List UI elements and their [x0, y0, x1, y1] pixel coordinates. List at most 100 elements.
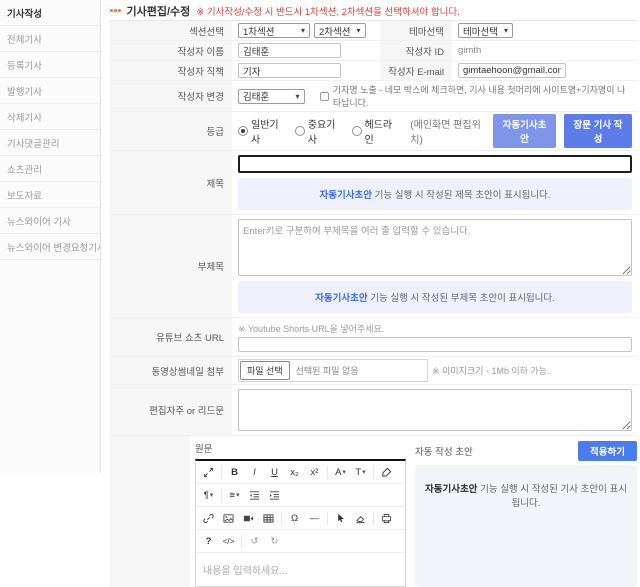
- italic-icon[interactable]: I: [245, 463, 264, 481]
- editor-note-label: 편집자주 or 리드문: [110, 385, 232, 435]
- body-editor-label-cell: [110, 436, 190, 587]
- file-select-button[interactable]: 파일 선택: [240, 361, 290, 380]
- primary-section-select[interactable]: 1차섹션▾: [238, 23, 310, 38]
- sidebar-item-comment-management[interactable]: 기사댓글관리: [0, 130, 100, 156]
- editor-note-textarea[interactable]: [238, 389, 632, 431]
- row-title: 제목 자동기사초안 기능 실행 시 작성된 제목 초안이 표시됩니다.: [110, 151, 638, 215]
- long-article-button[interactable]: 장문 기사 작성: [564, 114, 632, 148]
- thumbnail-label: 동영상썸네일 첨부: [110, 357, 232, 384]
- chevron-down-icon: ▾: [357, 26, 361, 35]
- row-subtitle: 부제목 자동기사초안 기능 실행 시 작성된 부제목 초안이 표시됩니다.: [110, 215, 638, 318]
- radio-icon[interactable]: [352, 126, 362, 136]
- paragraph-style-icon[interactable]: ¶▾: [199, 486, 218, 504]
- thumbnail-file-input[interactable]: 파일 선택 선택된 파일 없음: [238, 359, 428, 382]
- no-file-text: 선택된 파일 없음: [296, 364, 359, 377]
- title-input[interactable]: [238, 155, 632, 173]
- editor-content-area[interactable]: 내용을 입력하세요...: [196, 553, 405, 586]
- title-draft-notice: 자동기사초안 기능 실행 시 작성된 제목 초안이 표시됩니다.: [238, 178, 632, 210]
- toolbar-row-4: ? </> ↺ ↻: [196, 530, 405, 553]
- apply-button[interactable]: 적용하기: [578, 441, 637, 461]
- auto-draft-label: 자동 작성 초안: [415, 444, 473, 458]
- author-id-value: gimth: [458, 45, 481, 56]
- author-email-input[interactable]: [458, 63, 566, 78]
- page-header: 기사편집/수정 ※ 기사작성/수정 시 반드시 1차섹션, 2차섹션을 선택하셔…: [110, 0, 638, 20]
- author-email-label: 작성자 E-mail: [380, 61, 452, 80]
- undo-icon[interactable]: ↺: [245, 532, 264, 550]
- row-section-theme: 섹션선택 1차섹션▾ 2차섹션▾ 테마선택 테마선택▾: [110, 21, 638, 41]
- page-title: 기사편집/수정: [127, 3, 191, 19]
- reporter-name-exposure-checkbox[interactable]: [320, 92, 329, 101]
- special-char-icon[interactable]: Ω: [285, 509, 304, 527]
- section-marker-icon: [110, 9, 121, 12]
- table-icon[interactable]: [259, 509, 278, 527]
- sidebar-item-press-release[interactable]: 보도자료: [0, 182, 100, 208]
- grade-option-headline[interactable]: 헤드라인: [352, 116, 397, 146]
- bold-icon[interactable]: B: [225, 463, 244, 481]
- outdent-icon[interactable]: [245, 486, 264, 504]
- font-color-icon[interactable]: A▾: [331, 463, 350, 481]
- author-name-input[interactable]: [238, 43, 341, 58]
- author-jobtitle-label: 작성자 직책: [110, 61, 232, 80]
- row-body-editor: 원문 B I U x₂ x²: [110, 436, 638, 587]
- theme-select[interactable]: 테마선택▾: [458, 23, 513, 38]
- sidebar-item-published-articles[interactable]: 발행기사: [0, 78, 100, 104]
- chevron-down-icon: ▾: [504, 26, 508, 35]
- secondary-section-select[interactable]: 2차섹션▾: [314, 23, 366, 38]
- align-icon[interactable]: ≡▾: [225, 486, 244, 504]
- cursor-icon[interactable]: [331, 509, 350, 527]
- sidebar-item-deleted-articles[interactable]: 삭제기사: [0, 104, 100, 130]
- auto-draft-box: 자동기사초안 기능 실행 시 작성된 기사 초안이 표시됩니다.: [415, 465, 637, 587]
- superscript-icon[interactable]: x²: [305, 463, 324, 481]
- pen-icon[interactable]: [377, 463, 396, 481]
- chevron-down-icon: ▾: [301, 26, 305, 35]
- eraser-icon[interactable]: [351, 509, 370, 527]
- author-jobtitle-input[interactable]: [238, 63, 341, 78]
- fullscreen-icon[interactable]: [199, 463, 218, 481]
- auto-draft-column: 자동 작성 초안 적용하기 자동기사초안 기능 실행 시 작성된 기사 초안이 …: [415, 441, 637, 587]
- wysiwyg-editor: B I U x₂ x² A▾ T▾: [195, 459, 406, 587]
- radio-icon[interactable]: [238, 126, 248, 136]
- row-grade: 등급 일반기사 중요기사 헤드라인 (메인화면 편집위치) 자동기사초안 장문 …: [110, 112, 638, 151]
- sidebar: 기사작성 전체기사 등록기사 발행기사 삭제기사 기사댓글관리 쇼츠관리 보도자…: [0, 0, 101, 473]
- row-thumbnail: 동영상썸네일 첨부 파일 선택 선택된 파일 없음 ※ 이미지크기 - 1Mb …: [110, 357, 638, 385]
- reporter-name-exposure-note: 기자명 노출 - 네모 박스에 체크하면, 기사 내용 첫머리에 사이트명+기자…: [333, 83, 632, 109]
- auto-draft-button[interactable]: 자동기사초안: [493, 114, 556, 148]
- font-size-icon[interactable]: T▾: [351, 463, 370, 481]
- toolbar-row-2: ¶▾ ≡▾: [196, 484, 405, 507]
- print-icon[interactable]: [377, 509, 396, 527]
- toolbar-row-3: Ω —: [196, 507, 405, 530]
- row-editor-note: 편집자주 or 리드문: [110, 385, 638, 436]
- subscript-icon[interactable]: x₂: [285, 463, 304, 481]
- required-section-notice: ※ 기사작성/수정 시 반드시 1차섹션, 2차섹션을 선택하셔야 합니다.: [196, 4, 459, 18]
- author-change-select[interactable]: 김태훈▾: [238, 89, 305, 104]
- sidebar-item-all-articles[interactable]: 전체기사: [0, 26, 100, 52]
- sidebar-item-write[interactable]: 기사작성: [0, 0, 100, 26]
- indent-icon[interactable]: [265, 486, 284, 504]
- sidebar-item-registered-articles[interactable]: 등록기사: [0, 52, 100, 78]
- radio-icon[interactable]: [295, 126, 305, 136]
- author-name-label: 작성자 이름: [110, 41, 232, 60]
- subtitle-textarea[interactable]: [238, 219, 632, 276]
- youtube-url-input[interactable]: [238, 337, 632, 352]
- youtube-url-note: ※ Youtube Shorts URL을 넣어주세요.: [238, 322, 632, 335]
- sidebar-item-newswire-articles[interactable]: 뉴스와이어 기사: [0, 208, 100, 234]
- sidebar-item-newswire-change-request[interactable]: 뉴스와이어 변경요청기사: [0, 234, 100, 260]
- grade-option-important[interactable]: 중요기사: [295, 116, 340, 146]
- image-icon[interactable]: [219, 509, 238, 527]
- article-form: 섹션선택 1차섹션▾ 2차섹션▾ 테마선택 테마선택▾ 작성자 이름: [110, 20, 638, 587]
- underline-icon[interactable]: U: [265, 463, 284, 481]
- video-icon[interactable]: [239, 509, 258, 527]
- article-edit-panel: 기사편집/수정 ※ 기사작성/수정 시 반드시 1차섹션, 2차섹션을 선택하셔…: [110, 0, 638, 473]
- code-view-icon[interactable]: </>: [219, 532, 238, 550]
- help-icon[interactable]: ?: [199, 532, 218, 550]
- grade-position-note: (메인화면 편집위치): [410, 116, 485, 146]
- horizontal-rule-icon[interactable]: —: [305, 509, 324, 527]
- thumbnail-size-note: ※ 이미지크기 - 1Mb 이하 가능.: [432, 364, 550, 377]
- original-label: 원문: [195, 441, 406, 455]
- grade-option-normal[interactable]: 일반기사: [238, 116, 283, 146]
- subtitle-draft-notice: 자동기사초안 기능 실행 시 작성된 부제목 초안이 표시됩니다.: [238, 281, 632, 313]
- redo-icon[interactable]: ↻: [265, 532, 284, 550]
- title-label: 제목: [110, 151, 232, 214]
- link-icon[interactable]: [199, 509, 218, 527]
- sidebar-item-shorts-management[interactable]: 쇼츠관리: [0, 156, 100, 182]
